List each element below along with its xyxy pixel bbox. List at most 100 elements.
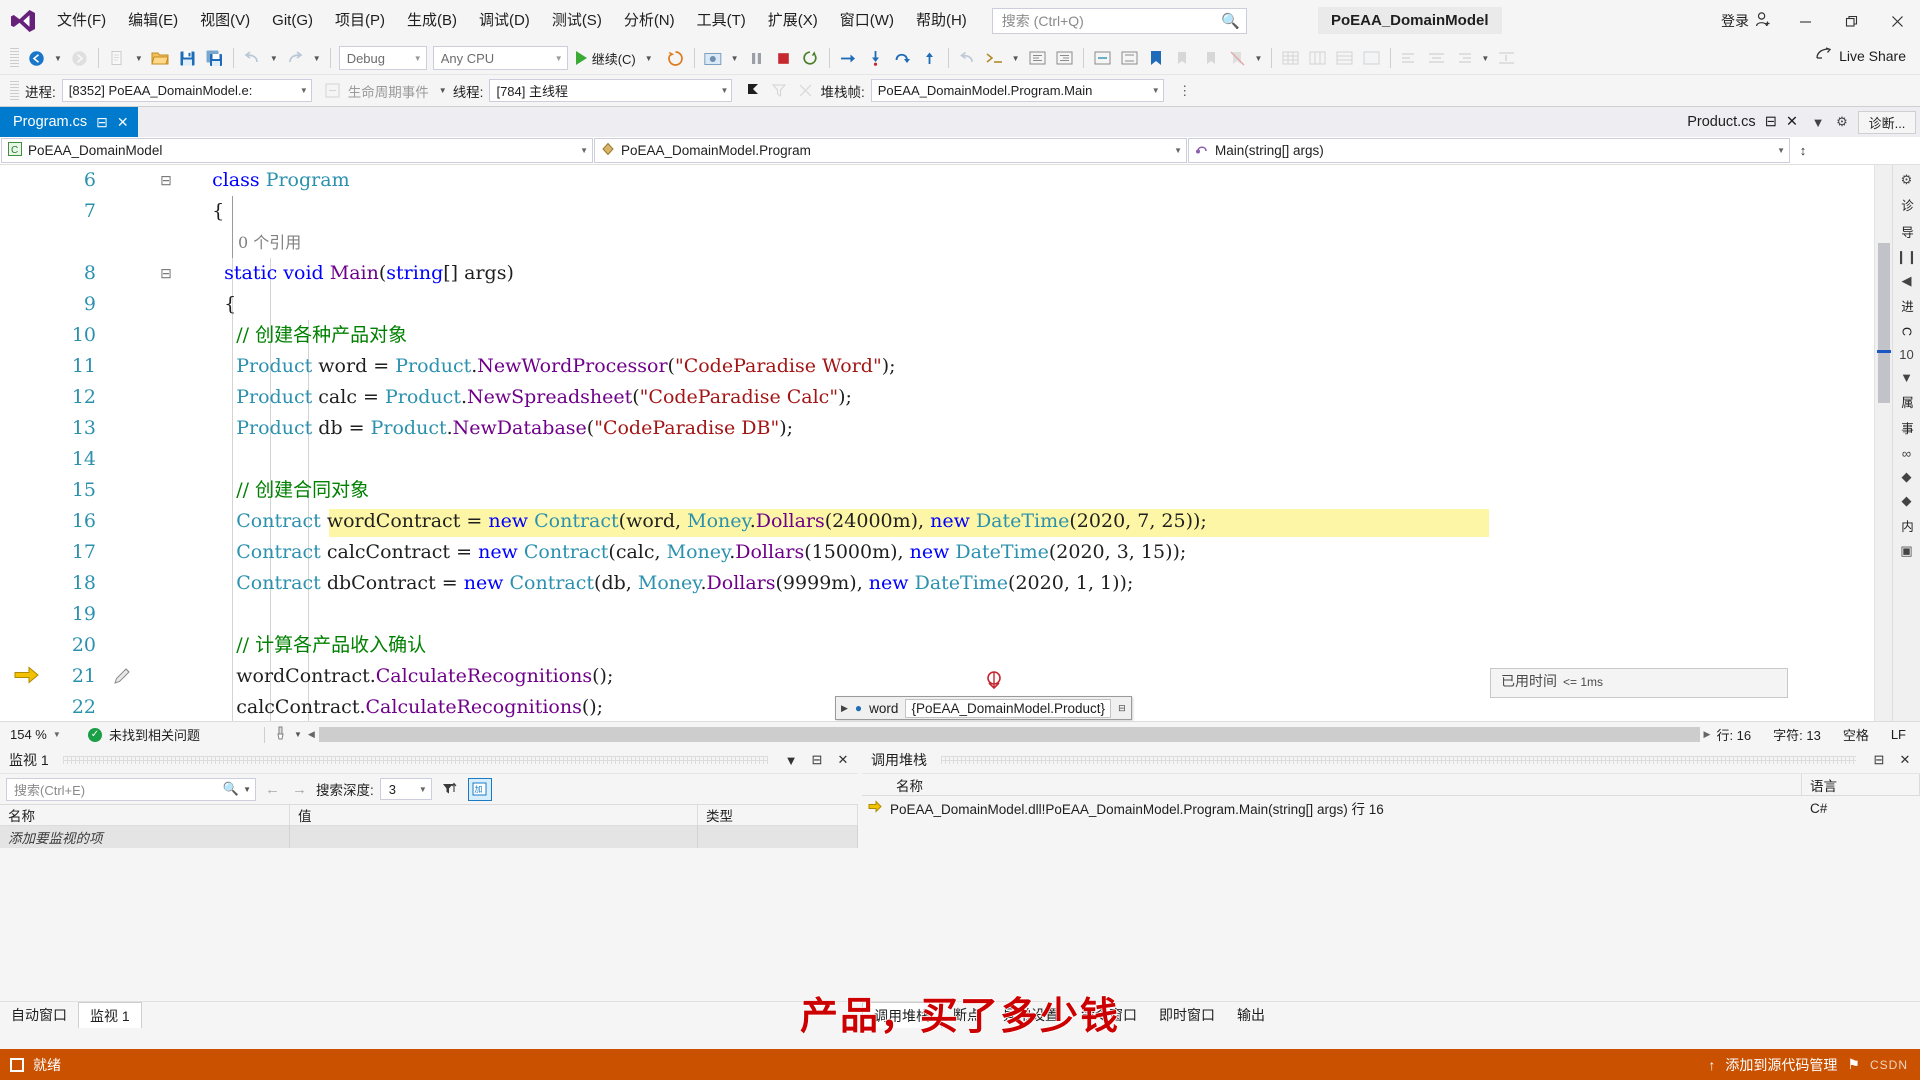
global-search-input[interactable]: 搜索 (Ctrl+Q) 🔍 — [991, 8, 1247, 34]
undo-dropdown[interactable]: ▼ — [266, 54, 282, 63]
pin-icon[interactable]: ⊟ — [96, 114, 108, 131]
stackframe-combo[interactable]: PoEAA_DomainModel.Program.Main ▼ — [870, 79, 1164, 102]
show-next-statement-icon[interactable] — [835, 45, 862, 72]
navbar-type-combo[interactable]: PoEAA_DomainModel.Program ▼ — [594, 138, 1187, 163]
dock-tab-immediate[interactable]: 即时窗口 — [1148, 1002, 1226, 1028]
step-out-icon[interactable] — [916, 45, 943, 72]
filter-icon[interactable] — [766, 79, 792, 103]
flag-icon[interactable] — [740, 79, 766, 103]
debug-toolbar-grip[interactable] — [10, 80, 19, 101]
break-all-icon[interactable] — [743, 45, 770, 72]
watch-row-add-item[interactable]: 添加要监视的项 — [0, 826, 858, 848]
scroll-left-icon[interactable]: ◀ — [308, 729, 315, 740]
align-center-icon[interactable] — [1423, 45, 1450, 72]
toggle-outline-icon[interactable] — [1089, 45, 1116, 72]
vtab-solution-explorer[interactable]: 诊 — [1895, 193, 1918, 218]
vtab-process[interactable]: 进 — [1895, 294, 1918, 319]
watch-col-type[interactable]: 类型 — [698, 805, 858, 825]
callstack-col-name[interactable]: 名称 — [888, 774, 1802, 795]
table-icon[interactable] — [1277, 45, 1304, 72]
close-button[interactable] — [1874, 0, 1920, 42]
toolbar-grip[interactable] — [10, 48, 19, 68]
watch-col-name[interactable]: 名称 — [0, 805, 290, 825]
breakpoint-icon[interactable] — [985, 669, 1003, 694]
chevron-down-icon[interactable]: ▼ — [294, 730, 302, 739]
redo-dropdown[interactable]: ▼ — [309, 54, 325, 63]
continue-debug-button[interactable]: 继续(C) ▼ — [571, 45, 662, 72]
close-icon[interactable]: ✕ — [117, 114, 129, 131]
scroll-right-icon[interactable]: ▶ — [1704, 729, 1711, 740]
screenshot-icon[interactable] — [700, 45, 727, 72]
nav-back-icon[interactable]: ← — [262, 781, 283, 798]
open-folder-icon[interactable] — [147, 45, 174, 72]
gear-icon[interactable]: ⚙ — [1901, 169, 1913, 191]
watch-cell-name[interactable]: 添加要监视的项 — [0, 826, 290, 848]
code-cleanup-button[interactable]: ▼ — [275, 726, 302, 744]
menu-build[interactable]: 生成(B) — [396, 0, 468, 42]
chevron-down-icon[interactable]: ▼ — [782, 753, 800, 768]
step-over-icon[interactable] — [889, 45, 916, 72]
dock-tab-watch1[interactable]: 监视 1 — [78, 1001, 142, 1028]
undo-2-icon[interactable] — [954, 45, 981, 72]
undo-icon[interactable] — [239, 45, 266, 72]
hot-reload-icon[interactable] — [662, 45, 689, 72]
bookmark-icon[interactable] — [1143, 45, 1170, 72]
bookmark-clear-icon[interactable] — [1224, 45, 1251, 72]
issues-indicator[interactable]: ✓ 未找到相关问题 — [74, 725, 254, 744]
outdent-icon[interactable] — [1051, 45, 1078, 72]
bell-icon[interactable]: ⚑ — [1847, 1056, 1860, 1073]
lifecycle-dropdown[interactable]: ▼ — [435, 86, 451, 95]
menu-window[interactable]: 窗口(W) — [829, 0, 905, 42]
minimize-button[interactable] — [1782, 0, 1828, 42]
source-control-label[interactable]: 添加到源代码管理 — [1725, 1055, 1837, 1075]
redo-icon[interactable] — [282, 45, 309, 72]
sign-in-button[interactable]: 登录 — [1711, 11, 1782, 31]
live-share-button[interactable]: Live Share — [1816, 47, 1906, 65]
stop-debug-icon[interactable] — [770, 45, 797, 72]
restart-icon[interactable] — [797, 45, 824, 72]
comment-icon[interactable] — [981, 45, 1008, 72]
play-icon[interactable]: ◀ — [1902, 270, 1912, 292]
pin-icon[interactable]: ⊟ — [1870, 752, 1888, 768]
dock-tab-exceptions[interactable]: 异常设置 — [992, 1002, 1070, 1028]
zoom-level-combo[interactable]: 154 % ▼ — [0, 727, 74, 742]
align-left-icon[interactable] — [1396, 45, 1423, 72]
align-dropdown[interactable]: ▼ — [1477, 54, 1493, 63]
menu-view[interactable]: 视图(V) — [189, 0, 261, 42]
pin-datatip-icon[interactable]: ⊟ — [1118, 703, 1126, 714]
maximize-restore-button[interactable] — [1828, 0, 1874, 42]
comment-dropdown[interactable]: ▼ — [1008, 54, 1024, 63]
menu-project[interactable]: 项目(P) — [324, 0, 396, 42]
close-icon[interactable]: ✕ — [1786, 114, 1798, 130]
diagnostics-button[interactable]: 诊断... — [1858, 110, 1916, 134]
bookmark-next-icon[interactable] — [1197, 45, 1224, 72]
build-configuration-combo[interactable]: Debug ▼ — [338, 46, 427, 70]
bookmark-dropdown[interactable]: ▼ — [1251, 54, 1267, 63]
save-icon[interactable] — [174, 45, 201, 72]
menu-analyze[interactable]: 分析(N) — [613, 0, 686, 42]
toolbar-overflow-icon[interactable]: ⋮ — [1172, 79, 1198, 103]
watch-cell-type[interactable] — [698, 826, 858, 848]
navigate-forward-icon[interactable] — [66, 45, 93, 72]
bookmark-prev-icon[interactable] — [1170, 45, 1197, 72]
pin-icon[interactable]: ⊟ — [808, 752, 826, 768]
indent-icon[interactable] — [1024, 45, 1051, 72]
vtab-nav[interactable]: 导 — [1895, 220, 1918, 245]
hscroll-thumb[interactable] — [318, 727, 1700, 742]
search-depth-combo[interactable]: 3 ▼ — [379, 778, 432, 800]
tab-program-cs[interactable]: Program.cs ⊟ ✕ — [0, 107, 138, 137]
codelens-reference-hint[interactable]: 0 个引用 — [238, 227, 301, 258]
split-view-icon[interactable]: ↕ — [1790, 137, 1816, 164]
menu-extensions[interactable]: 扩展(X) — [757, 0, 829, 42]
code-surface[interactable]: 6 ⊟ class Program 7 { 0 个引用 8 ⊟ static v… — [0, 165, 1874, 721]
navigate-back-icon[interactable] — [23, 45, 50, 72]
save-all-icon[interactable] — [201, 45, 228, 72]
pause-icon[interactable]: ❙❙ — [1896, 246, 1918, 268]
menu-git[interactable]: Git(G) — [261, 0, 324, 42]
variable-datatip[interactable]: ▶ ● word {PoEAA_DomainModel.Product} ⊟ — [835, 696, 1132, 720]
fold-toggle[interactable]: ⊟ — [158, 165, 174, 196]
menu-test[interactable]: 测试(S) — [541, 0, 613, 42]
editor-vertical-scrollbar[interactable] — [1874, 165, 1892, 721]
navigate-back-dropdown[interactable]: ▼ — [50, 54, 66, 63]
menu-file[interactable]: 文件(F) — [46, 0, 117, 42]
